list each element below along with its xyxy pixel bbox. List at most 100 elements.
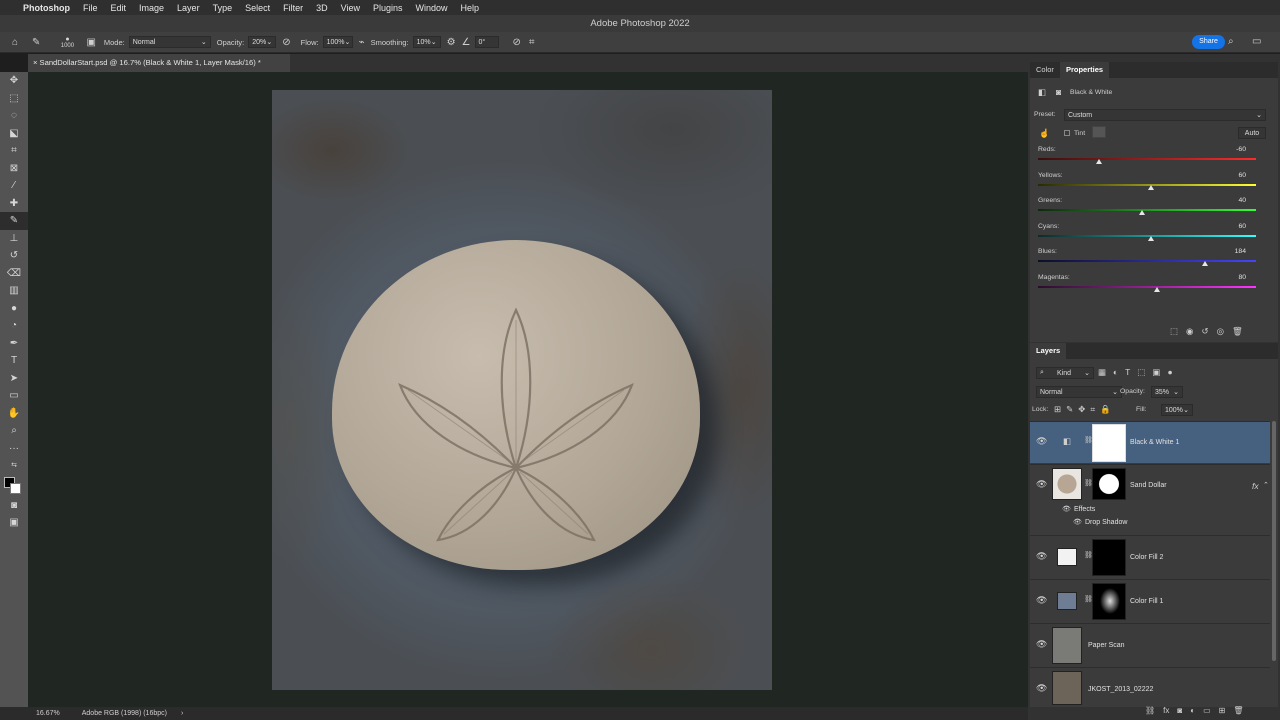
- slider-value[interactable]: -60: [1226, 146, 1246, 153]
- slider-track[interactable]: [1038, 260, 1256, 262]
- visibility-eye-icon[interactable]: ◎: [1217, 326, 1224, 337]
- opacity-field[interactable]: 20% ⌄: [248, 36, 277, 48]
- layer-row-paper-scan[interactable]: 👁 Paper Scan: [1030, 623, 1270, 666]
- menu-filter[interactable]: Filter: [283, 3, 303, 13]
- clip-to-layer-icon[interactable]: ⬚: [1170, 326, 1178, 337]
- add-mask-icon[interactable]: ◙: [1177, 705, 1182, 717]
- slider-thumb[interactable]: [1139, 210, 1146, 215]
- layer-name[interactable]: Black & White 1: [1130, 439, 1179, 446]
- smoothing-field[interactable]: 10% ⌄: [412, 36, 441, 48]
- gradient-tool-icon[interactable]: ▥: [0, 282, 28, 300]
- pen-tool-icon[interactable]: ✒: [0, 335, 28, 353]
- layer-name[interactable]: Paper Scan: [1088, 642, 1125, 649]
- frame-tool-icon[interactable]: ⊠: [0, 160, 28, 178]
- symmetry-icon[interactable]: ⌗: [529, 37, 535, 48]
- mode-dropdown[interactable]: Normal ⌄: [128, 36, 211, 48]
- slider-track[interactable]: [1038, 209, 1256, 211]
- path-selection-tool-icon[interactable]: ➤: [0, 370, 28, 388]
- effect-drop-shadow[interactable]: Drop Shadow: [1085, 519, 1127, 526]
- new-group-icon[interactable]: ▭: [1203, 705, 1211, 717]
- layer-mask-thumbnail[interactable]: [1092, 583, 1126, 620]
- menu-edit[interactable]: Edit: [111, 3, 127, 13]
- lasso-tool-icon[interactable]: ◌: [0, 107, 28, 125]
- layer-mask-thumbnail[interactable]: [1092, 424, 1126, 462]
- view-previous-icon[interactable]: ◉: [1186, 326, 1193, 337]
- zoom-level[interactable]: 16.67%: [36, 710, 60, 717]
- lock-position-icon[interactable]: ✥: [1078, 404, 1085, 415]
- drop-shadow-eye-icon[interactable]: 👁: [1073, 518, 1082, 526]
- tab-properties[interactable]: Properties: [1059, 62, 1110, 78]
- background-color-swatch[interactable]: [10, 482, 21, 494]
- menu-image[interactable]: Image: [139, 3, 164, 13]
- pressure-size-icon[interactable]: ⊘: [513, 37, 521, 48]
- new-adjustment-icon[interactable]: ◐: [1190, 705, 1195, 717]
- smart-object-filter-icon[interactable]: ▣: [1152, 367, 1160, 378]
- swap-colors-icon[interactable]: ⇆: [0, 457, 28, 475]
- layer-mask-thumbnail[interactable]: [1092, 539, 1126, 576]
- dodge-tool-icon[interactable]: ◔: [0, 317, 28, 335]
- slider-value[interactable]: 184: [1226, 248, 1246, 255]
- more-tools-icon[interactable]: ···: [0, 440, 28, 458]
- menu-file[interactable]: File: [83, 3, 98, 13]
- visibility-eye-icon[interactable]: 👁: [1036, 595, 1047, 606]
- menu-type[interactable]: Type: [213, 3, 233, 13]
- screen-mode-icon[interactable]: ▣: [0, 514, 28, 532]
- adjustment-filter-icon[interactable]: ◐: [1113, 367, 1118, 378]
- link-layers-icon[interactable]: ⛓: [1145, 705, 1155, 717]
- reset-icon[interactable]: ↺: [1201, 326, 1208, 337]
- menu-help[interactable]: Help: [461, 3, 480, 13]
- visibility-eye-icon[interactable]: 👁: [1036, 551, 1047, 562]
- tint-color-swatch[interactable]: [1092, 126, 1106, 138]
- effects-eye-icon[interactable]: 👁: [1062, 505, 1071, 513]
- shape-filter-icon[interactable]: ⬚: [1137, 367, 1145, 378]
- targeted-adjustment-hand-icon[interactable]: ☝: [1039, 128, 1050, 139]
- slider-thumb[interactable]: [1147, 184, 1154, 190]
- brush-size-picker[interactable]: ● 1000: [58, 36, 76, 49]
- fx-icon[interactable]: fx: [1252, 481, 1259, 491]
- layer-name[interactable]: JKOST_2013_02222: [1088, 686, 1153, 693]
- layer-thumbnail[interactable]: [1057, 592, 1077, 610]
- slider-value[interactable]: 60: [1226, 172, 1246, 179]
- slider-thumb[interactable]: [1154, 286, 1161, 292]
- slider-value[interactable]: 40: [1226, 197, 1246, 204]
- layer-thumbnail[interactable]: [1057, 548, 1077, 566]
- lock-transparency-icon[interactable]: ⊞: [1054, 404, 1061, 415]
- menu-window[interactable]: Window: [416, 3, 448, 13]
- layer-name[interactable]: Sand Dollar: [1130, 482, 1167, 489]
- layer-row-color-fill-1[interactable]: 👁 ⛓ Color Fill 1: [1030, 579, 1270, 622]
- search-icon[interactable]: ⌕: [1228, 36, 1234, 47]
- pixel-filter-icon[interactable]: ▦: [1098, 367, 1106, 378]
- slider-value[interactable]: 80: [1226, 274, 1246, 281]
- filter-kind-dropdown[interactable]: ⌕ Kind ⌄: [1036, 367, 1094, 379]
- quick-mask-icon[interactable]: ◙: [0, 497, 28, 515]
- document-canvas[interactable]: [272, 90, 772, 690]
- slider-thumb[interactable]: [1202, 261, 1209, 266]
- chevron-right-icon[interactable]: ›: [181, 710, 183, 717]
- blend-mode-dropdown[interactable]: Normal ⌄: [1036, 386, 1122, 398]
- share-button[interactable]: Share: [1192, 35, 1225, 49]
- slider-value[interactable]: 60: [1226, 223, 1246, 230]
- history-brush-tool-icon[interactable]: ↺: [0, 247, 28, 265]
- marquee-tool-icon[interactable]: ⬚: [0, 90, 28, 108]
- type-filter-icon[interactable]: T: [1125, 367, 1130, 378]
- menu-3d[interactable]: 3D: [316, 3, 328, 13]
- fx-icon[interactable]: fx: [1163, 705, 1169, 717]
- eyedropper-tool-icon[interactable]: ⁄: [0, 177, 28, 195]
- rectangle-tool-icon[interactable]: ▭: [0, 387, 28, 405]
- workspace-icon[interactable]: ▭: [1252, 36, 1261, 47]
- slider-track[interactable]: [1038, 158, 1256, 160]
- clone-stamp-tool-icon[interactable]: ⊥: [0, 230, 28, 248]
- slider-track[interactable]: [1038, 285, 1256, 288]
- lock-artboard-icon[interactable]: ⌗: [1090, 404, 1095, 415]
- layer-row-color-fill-2[interactable]: 👁 ⛓ Color Fill 2: [1030, 535, 1270, 578]
- tint-checkbox[interactable]: [1064, 130, 1070, 136]
- layers-scrollbar[interactable]: [1272, 421, 1276, 661]
- fill-field[interactable]: 100% ⌄: [1161, 404, 1193, 416]
- angle-field[interactable]: 0°: [474, 36, 499, 48]
- object-select-tool-icon[interactable]: ⬕: [0, 125, 28, 143]
- layer-row-black-white-1[interactable]: 👁 ◧ ⛓ Black & White 1: [1030, 421, 1270, 463]
- menu-layer[interactable]: Layer: [177, 3, 200, 13]
- trash-icon[interactable]: 🗑: [1232, 326, 1243, 337]
- auto-button[interactable]: Auto: [1238, 127, 1266, 139]
- brush-tool-icon[interactable]: ✎: [0, 212, 28, 230]
